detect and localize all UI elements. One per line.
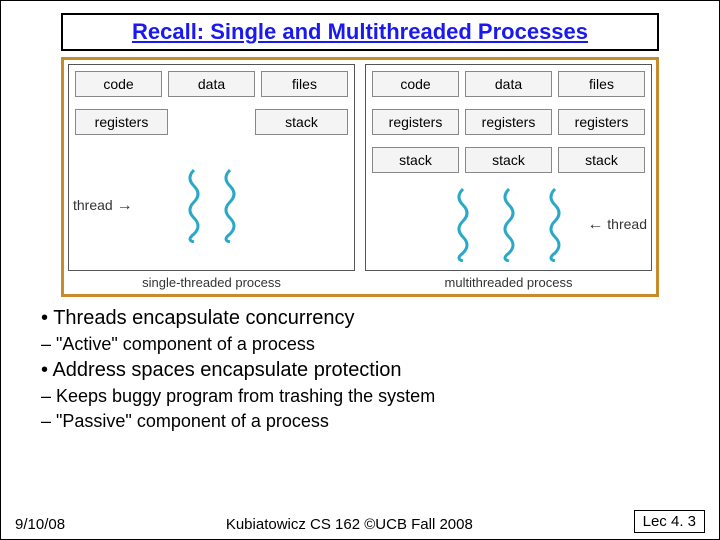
multithreaded-col: code data files registers registers regi… bbox=[365, 64, 652, 290]
spacer bbox=[174, 109, 249, 135]
bullet-1: • Threads encapsulate concurrency bbox=[41, 307, 679, 330]
single-threaded-col: code data files registers stack thread →… bbox=[68, 64, 355, 290]
bullet-list: • Threads encapsulate concurrency – "Act… bbox=[41, 307, 679, 432]
bullet-1-sub: – "Active" component of a process bbox=[41, 334, 679, 355]
arrow-left-icon: ← bbox=[587, 216, 603, 233]
thread-squiggle-icon bbox=[454, 187, 472, 262]
footer-center: Kubiatowicz CS 162 ©UCB Fall 2008 bbox=[226, 516, 473, 533]
thread-squiggle-icon bbox=[185, 168, 203, 243]
thread-label-text: thread bbox=[73, 197, 113, 213]
single-process-box: code data files registers stack thread → bbox=[68, 64, 355, 271]
thread-squiggle-icon bbox=[221, 168, 239, 243]
cell-stack: stack bbox=[558, 147, 645, 173]
cell-data: data bbox=[168, 71, 255, 97]
bullet-2-sub1: – Keeps buggy program from trashing the … bbox=[41, 386, 679, 407]
cell-files: files bbox=[261, 71, 348, 97]
cell-registers: registers bbox=[75, 109, 168, 135]
multi-thread-area: ← thread bbox=[366, 179, 651, 270]
process-diagram: code data files registers stack thread →… bbox=[61, 57, 659, 297]
single-top-row: code data files bbox=[69, 65, 354, 103]
cell-data: data bbox=[465, 71, 552, 97]
thread-squiggle-icon bbox=[546, 187, 564, 262]
multi-top-row: code data files bbox=[366, 65, 651, 103]
multi-row3: stack stack stack bbox=[366, 141, 651, 179]
thread-label: ← thread bbox=[587, 216, 647, 234]
arrow-right-icon: → bbox=[117, 197, 133, 214]
multi-row2: registers registers registers bbox=[366, 103, 651, 141]
cell-registers: registers bbox=[372, 109, 459, 135]
cell-code: code bbox=[75, 71, 162, 97]
single-row2: registers stack bbox=[69, 103, 354, 141]
slide-title: Recall: Single and Multithreaded Process… bbox=[132, 19, 588, 44]
cell-stack: stack bbox=[465, 147, 552, 173]
footer-lecture: Lec 4. 3 bbox=[634, 510, 705, 533]
multi-process-box: code data files registers registers regi… bbox=[365, 64, 652, 271]
cell-code: code bbox=[372, 71, 459, 97]
multi-caption: multithreaded process bbox=[365, 271, 652, 290]
cell-registers: registers bbox=[465, 109, 552, 135]
thread-label-text: thread bbox=[607, 216, 647, 232]
title-bar: Recall: Single and Multithreaded Process… bbox=[61, 13, 659, 51]
bullet-2-sub2: – "Passive" component of a process bbox=[41, 411, 679, 432]
cell-stack: stack bbox=[372, 147, 459, 173]
footer-date: 9/10/08 bbox=[15, 516, 65, 533]
thread-label: thread → bbox=[73, 197, 133, 215]
cell-files: files bbox=[558, 71, 645, 97]
footer: 9/10/08 Kubiatowicz CS 162 ©UCB Fall 200… bbox=[1, 510, 719, 533]
bullet-2: • Address spaces encapsulate protection bbox=[41, 359, 679, 382]
single-thread-area: thread → bbox=[69, 141, 354, 270]
thread-squiggle-icon bbox=[500, 187, 518, 262]
cell-stack: stack bbox=[255, 109, 348, 135]
cell-registers: registers bbox=[558, 109, 645, 135]
single-caption: single-threaded process bbox=[68, 271, 355, 290]
